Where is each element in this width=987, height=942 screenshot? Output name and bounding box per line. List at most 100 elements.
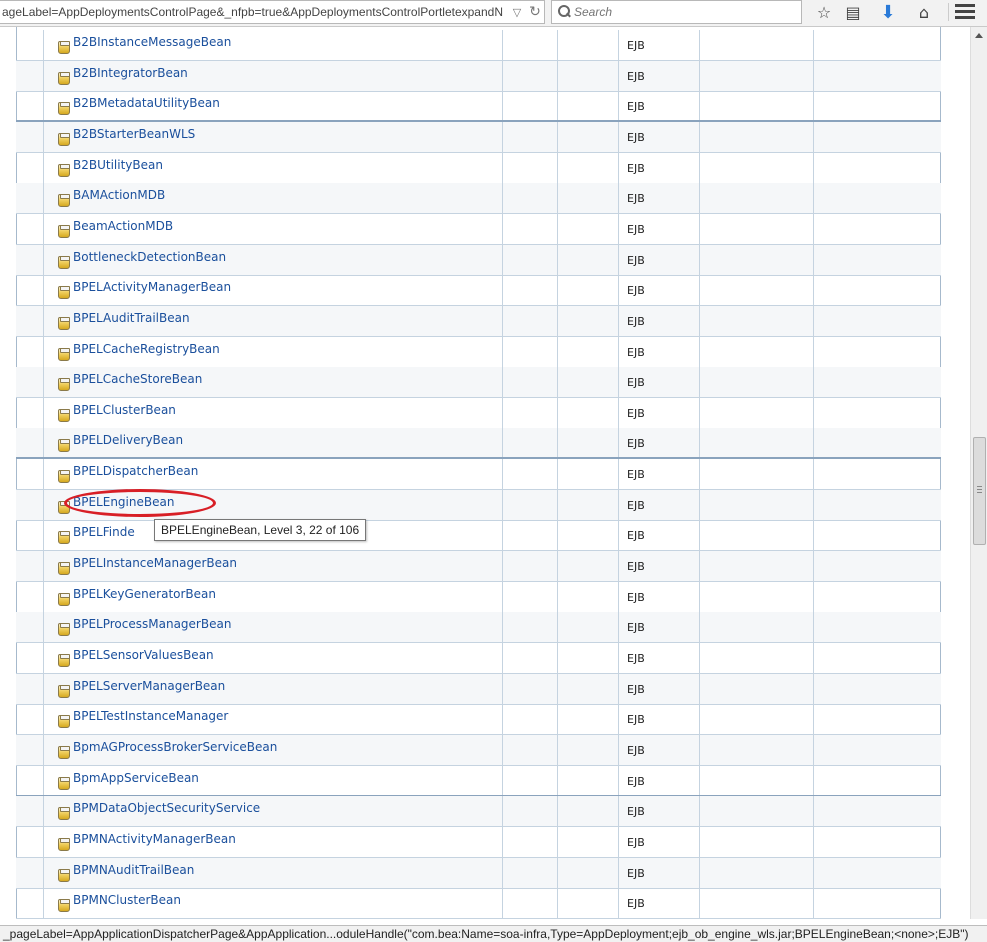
module-type-cell: EJB	[618, 367, 699, 398]
jar-icon	[58, 224, 70, 238]
module-type-cell: EJB	[618, 734, 699, 765]
dropdown-arrow-icon[interactable]: ▽	[508, 2, 526, 22]
module-type-cell: EJB	[618, 612, 699, 643]
jar-icon	[58, 286, 70, 300]
reload-icon[interactable]: ↻	[526, 2, 544, 22]
module-link[interactable]: B2BMetadataUtilityBean	[73, 96, 220, 110]
module-type: EJB	[627, 621, 645, 635]
table-row: BPELProcessManagerBean EJB	[16, 612, 941, 644]
menu-icon[interactable]	[955, 4, 975, 20]
home-icon[interactable]: ⌂	[913, 2, 935, 22]
empty-cell	[813, 152, 941, 183]
empty-cell	[699, 581, 813, 612]
module-link[interactable]: BPELProcessManagerBean	[73, 617, 231, 631]
module-link[interactable]: BottleneckDetectionBean	[73, 250, 226, 264]
empty-cell	[813, 673, 941, 704]
module-type: EJB	[627, 161, 645, 175]
empty-cell	[699, 183, 813, 214]
empty-cell	[502, 796, 557, 827]
module-link[interactable]: BPELSensorValuesBean	[73, 648, 214, 662]
empty-cell	[699, 213, 813, 244]
empty-cell	[699, 244, 813, 275]
module-type: EJB	[627, 192, 645, 206]
module-type-cell: EJB	[618, 643, 699, 673]
module-link[interactable]: BPELKeyGeneratorBean	[73, 587, 216, 601]
search-input[interactable]	[574, 5, 774, 19]
empty-cell	[699, 643, 813, 673]
download-icon[interactable]: ⬇	[877, 2, 899, 23]
module-link[interactable]: BPELDispatcherBean	[73, 464, 198, 478]
module-type-cell: EJB	[618, 673, 699, 704]
module-link[interactable]: BPELClusterBean	[73, 403, 176, 417]
empty-cell	[557, 734, 618, 765]
jar-icon	[58, 500, 70, 514]
module-link[interactable]: BPMDataObjectSecurityService	[73, 801, 260, 815]
module-type: EJB	[627, 345, 645, 359]
module-link[interactable]: BPELAuditTrailBean	[73, 311, 190, 325]
module-type-cell: EJB	[618, 275, 699, 306]
empty-cell	[699, 121, 813, 152]
module-type: EJB	[627, 437, 645, 451]
scroll-up-arrow-icon[interactable]	[975, 33, 983, 38]
module-link[interactable]: BPELCacheStoreBean	[73, 372, 202, 386]
table-row: BPELClusterBean EJB	[16, 397, 941, 429]
module-link[interactable]: B2BInstanceMessageBean	[73, 35, 231, 49]
empty-cell	[502, 121, 557, 152]
empty-cell	[502, 734, 557, 765]
scrollbar-thumb[interactable]	[973, 437, 986, 545]
table-row: BAMActionMDB EJB	[16, 183, 941, 215]
module-link[interactable]: BpmAppServiceBean	[73, 771, 199, 785]
module-type: EJB	[627, 314, 645, 328]
empty-cell	[557, 428, 618, 458]
table-row: BeamActionMDB EJB	[16, 213, 941, 245]
module-type-cell: EJB	[618, 796, 699, 827]
empty-cell	[813, 581, 941, 612]
module-link[interactable]: BPELActivityManagerBean	[73, 280, 231, 294]
module-type: EJB	[627, 69, 645, 83]
search-icon	[552, 1, 574, 23]
vertical-scrollbar[interactable]	[970, 27, 987, 919]
empty-cell	[813, 704, 941, 735]
module-link[interactable]: BeamActionMDB	[73, 219, 173, 233]
module-type-cell: EJB	[618, 336, 699, 367]
empty-cell	[699, 857, 813, 888]
empty-cell	[502, 30, 557, 60]
empty-cell	[699, 367, 813, 398]
search-bar[interactable]	[551, 0, 802, 24]
module-link[interactable]: B2BUtilityBean	[73, 158, 163, 172]
module-link[interactable]: BPMNActivityManagerBean	[73, 832, 236, 846]
module-link[interactable]: B2BIntegratorBean	[73, 66, 188, 80]
table-row: B2BInstanceMessageBean EJB	[16, 30, 941, 61]
table-row: BPELAuditTrailBean EJB	[16, 305, 941, 337]
module-link[interactable]: BAMActionMDB	[73, 188, 165, 202]
module-link[interactable]: BPELEngineBean	[73, 495, 174, 509]
module-link[interactable]: B2BStarterBeanWLS	[73, 127, 195, 141]
empty-cell	[557, 367, 618, 398]
module-link[interactable]: BPELTestInstanceManager	[73, 709, 228, 723]
empty-cell	[557, 183, 618, 214]
module-link[interactable]: BPELServerManagerBean	[73, 679, 225, 693]
url-text[interactable]: ageLabel=AppDeploymentsControlPage&_nfpb…	[0, 5, 508, 19]
jar-icon	[58, 562, 70, 576]
empty-cell	[699, 275, 813, 306]
jar-icon	[58, 531, 70, 545]
reading-list-icon[interactable]: ▤	[842, 2, 864, 22]
url-bar[interactable]: ageLabel=AppDeploymentsControlPage&_nfpb…	[0, 0, 545, 24]
table-row: B2BMetadataUtilityBean EJB	[16, 91, 941, 123]
module-type: EJB	[627, 39, 645, 52]
empty-cell	[557, 765, 618, 795]
module-type: EJB	[627, 743, 645, 757]
module-link[interactable]: BPMNClusterBean	[73, 893, 181, 907]
module-link[interactable]: BPELFinde	[73, 525, 135, 539]
module-link[interactable]: BPMNAuditTrailBean	[73, 863, 194, 877]
bookmark-star-icon[interactable]: ☆	[813, 2, 835, 22]
module-link[interactable]: BPELCacheRegistryBean	[73, 342, 220, 356]
module-link[interactable]: BPELDeliveryBean	[73, 433, 183, 447]
module-link[interactable]: BpmAGProcessBrokerServiceBean	[73, 740, 277, 754]
table-row: BPELServerManagerBean EJB	[16, 673, 941, 705]
empty-cell	[502, 244, 557, 275]
empty-cell	[813, 612, 941, 643]
module-link[interactable]: BPELInstanceManagerBean	[73, 556, 237, 570]
empty-cell	[557, 305, 618, 336]
empty-cell	[502, 826, 557, 857]
